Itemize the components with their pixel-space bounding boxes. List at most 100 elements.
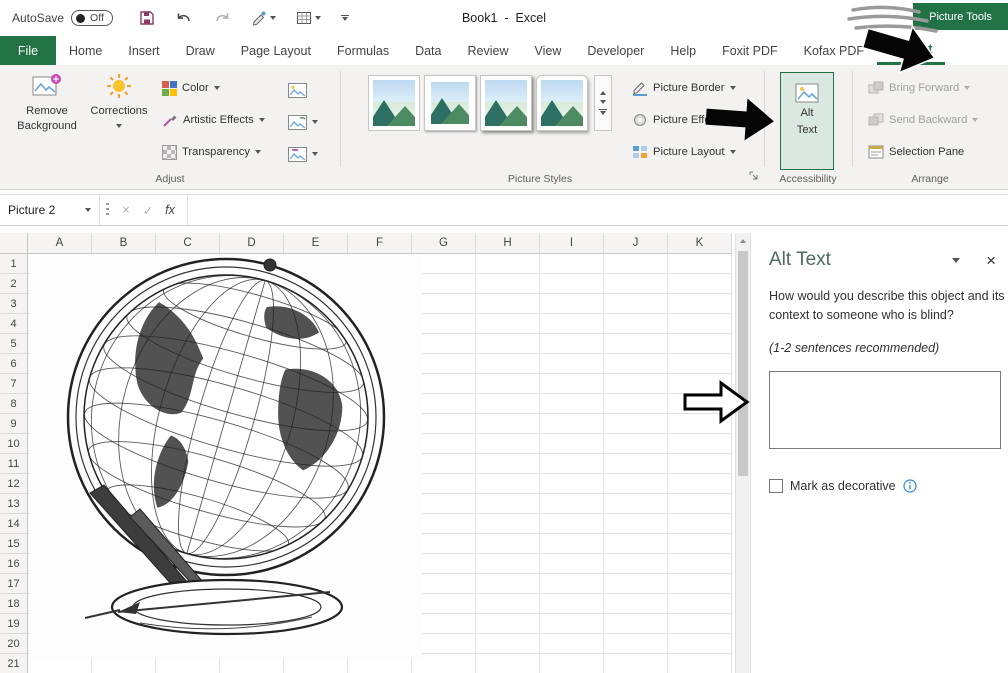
undo-button[interactable]: [175, 10, 193, 26]
column-header-c[interactable]: C: [156, 233, 220, 254]
column-header-b[interactable]: B: [92, 233, 156, 254]
tab-developer[interactable]: Developer: [574, 36, 657, 65]
row-header[interactable]: 5: [0, 334, 28, 354]
picture-styles-gallery-more-button[interactable]: [594, 75, 612, 131]
tab-page-layout[interactable]: Page Layout: [228, 36, 324, 65]
style-preview-image: [373, 80, 415, 126]
column-header-e[interactable]: E: [284, 233, 348, 254]
row-header[interactable]: 1: [0, 254, 28, 274]
color-button[interactable]: Color: [162, 77, 220, 99]
name-box[interactable]: Picture 2: [0, 195, 100, 225]
tab-draw[interactable]: Draw: [173, 36, 228, 65]
row-header[interactable]: 13: [0, 494, 28, 514]
tab-home[interactable]: Home: [56, 36, 115, 65]
dropdown-icon: [270, 16, 276, 20]
row-header[interactable]: 16: [0, 554, 28, 574]
select-all-corner[interactable]: [0, 233, 28, 254]
row-header[interactable]: 7: [0, 374, 28, 394]
dropdown-icon: [312, 152, 318, 156]
bring-forward-button[interactable]: Bring Forward: [868, 77, 970, 99]
row-header[interactable]: 14: [0, 514, 28, 534]
scrollbar-thumb[interactable]: [738, 251, 748, 476]
column-header-a[interactable]: A: [28, 233, 92, 254]
column-header-h[interactable]: H: [476, 233, 540, 254]
row-header[interactable]: 8: [0, 394, 28, 414]
send-backward-button[interactable]: Send Backward: [868, 109, 978, 131]
row-header[interactable]: 21: [0, 654, 28, 673]
compress-picture-button[interactable]: [288, 79, 307, 101]
row-header[interactable]: 15: [0, 534, 28, 554]
transparency-button[interactable]: Transparency: [162, 141, 261, 163]
corrections-label: Corrections: [90, 104, 147, 119]
tab-help[interactable]: Help: [657, 36, 709, 65]
picture-effects-button[interactable]: Picture Effects: [632, 109, 736, 131]
scroll-up-button[interactable]: [736, 233, 750, 249]
row-header[interactable]: 10: [0, 434, 28, 454]
tab-foxit-pdf[interactable]: Foxit PDF: [709, 36, 791, 65]
table-tool-button[interactable]: [296, 10, 321, 26]
row-header[interactable]: 9: [0, 414, 28, 434]
column-header-j[interactable]: J: [604, 233, 668, 254]
tab-review[interactable]: Review: [454, 36, 521, 65]
save-button[interactable]: [139, 10, 155, 26]
row-header[interactable]: 2: [0, 274, 28, 294]
tab-formulas[interactable]: Formulas: [324, 36, 402, 65]
picture-border-button[interactable]: Picture Border: [632, 77, 736, 99]
artistic-effects-button[interactable]: Artistic Effects: [162, 109, 265, 131]
info-icon[interactable]: [903, 479, 917, 493]
alt-text-label-line2: Text: [797, 123, 818, 137]
formula-input[interactable]: [187, 195, 1008, 225]
row-header[interactable]: 19: [0, 614, 28, 634]
customize-qat-button[interactable]: [341, 15, 349, 22]
row-header[interactable]: 18: [0, 594, 28, 614]
tab-file[interactable]: File: [0, 36, 56, 65]
picture-border-icon: [632, 80, 648, 96]
row-header[interactable]: 4: [0, 314, 28, 334]
row-header[interactable]: 6: [0, 354, 28, 374]
picture-layout-button[interactable]: Picture Layout: [632, 141, 736, 163]
pane-options-chevron-icon[interactable]: [952, 258, 960, 263]
picture-styles-dialog-launcher[interactable]: [749, 171, 759, 184]
picture-style-4[interactable]: [536, 75, 588, 131]
column-header-d[interactable]: D: [220, 233, 284, 254]
column-header-f[interactable]: F: [348, 233, 412, 254]
undo-icon: [175, 10, 193, 26]
resize-handle[interactable]: [106, 203, 109, 217]
change-picture-button[interactable]: [288, 111, 318, 133]
column-header-i[interactable]: I: [540, 233, 604, 254]
save-icon: [139, 10, 155, 26]
corrections-button[interactable]: Corrections: [90, 73, 148, 128]
redo-button[interactable]: [213, 10, 231, 26]
reset-picture-button[interactable]: [288, 143, 318, 165]
tab-kofax-pdf[interactable]: Kofax PDF: [791, 36, 877, 65]
alt-text-button[interactable]: Alt Text: [780, 72, 834, 170]
picture-style-1[interactable]: [368, 75, 420, 131]
selection-pane-button[interactable]: Selection Pane: [868, 141, 964, 163]
pane-close-button[interactable]: ×: [986, 252, 996, 269]
globe-picture[interactable]: [30, 255, 422, 659]
vertical-scrollbar[interactable]: [735, 233, 750, 673]
row-header[interactable]: 3: [0, 294, 28, 314]
row-header[interactable]: 20: [0, 634, 28, 654]
enter-button[interactable]: ✓: [137, 203, 159, 218]
column-header-g[interactable]: G: [412, 233, 476, 254]
remove-background-button[interactable]: Remove Background: [14, 73, 80, 133]
tab-insert[interactable]: Insert: [115, 36, 172, 65]
cancel-button[interactable]: ×: [115, 203, 137, 217]
row-header[interactable]: 11: [0, 454, 28, 474]
picture-style-3[interactable]: [480, 75, 532, 131]
tab-data[interactable]: Data: [402, 36, 454, 65]
tab-format[interactable]: Format: [877, 36, 945, 65]
row-header[interactable]: 17: [0, 574, 28, 594]
picture-style-2[interactable]: [424, 75, 476, 131]
alt-text-hint: (1-2 sentences recommended): [769, 341, 996, 355]
row-header[interactable]: 12: [0, 474, 28, 494]
alt-text-input[interactable]: [769, 371, 1001, 449]
insert-function-button[interactable]: fx: [159, 203, 181, 217]
autosave-control[interactable]: AutoSave Off: [12, 10, 113, 26]
mark-as-decorative-checkbox[interactable]: [769, 479, 783, 493]
column-header-k[interactable]: K: [668, 233, 732, 254]
inking-button[interactable]: [251, 10, 276, 26]
autosave-toggle[interactable]: Off: [71, 10, 113, 26]
tab-view[interactable]: View: [521, 36, 574, 65]
